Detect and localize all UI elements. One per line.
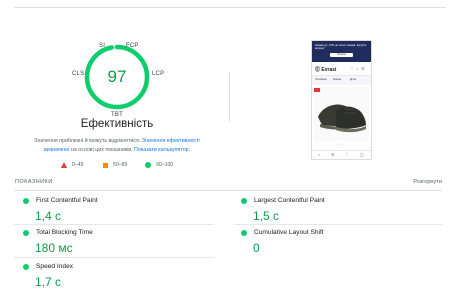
score-note-middle: на основі цих показників.: [69, 146, 135, 153]
gauge-label-lcp: LCP: [152, 71, 165, 77]
legend-good: 90–100: [145, 162, 173, 168]
row-divider: [14, 224, 214, 225]
row-divider: [14, 257, 214, 258]
screenshot-banner-button: Перейти: [330, 53, 353, 57]
score-note: Значення приблизні й можуть відрізнятися…: [22, 137, 212, 154]
metric-si: Speed Index 1,7 с: [23, 262, 213, 294]
section-divider: [229, 72, 230, 122]
metric-name: Cumulative Layout Shift: [254, 229, 324, 236]
screenshot-tab: Жінкам: [333, 78, 342, 81]
good-status-icon: [241, 198, 247, 204]
row-divider: [234, 224, 442, 225]
screenshot-tab: Дітям: [350, 78, 357, 81]
screenshot-bottom-nav: ⌂ ☰ ♡ ◯: [312, 150, 371, 159]
metric-value: 0: [253, 241, 260, 255]
expand-toggle[interactable]: Розгорнути: [413, 179, 442, 185]
screenshot-logo: Ⓔ Evrasi: [315, 67, 337, 73]
triangle-icon: [61, 162, 67, 168]
metric-tbt: Total Blocking Time 180 мс: [23, 228, 213, 264]
screenshot-banner: Знижки до -70% на тисячі товарів. Купуйт…: [312, 41, 371, 62]
shoe-image: [318, 104, 366, 133]
metric-lcp: Largest Contentful Paint 1,5 с: [241, 196, 431, 232]
metrics-header: ПОКАЗНИКИ Розгорнути: [14, 179, 442, 189]
screenshot-tabs: Чоловікам Жінкам Дітям: [312, 76, 371, 85]
gauge-label-si: SI: [99, 43, 106, 49]
screenshot-header-icons: ♡ ⌂ ☰: [350, 67, 366, 71]
performance-score: 97: [107, 67, 127, 86]
metric-name: First Contentful Paint: [36, 197, 98, 204]
metric-value: 180 мс: [35, 241, 73, 255]
metric-cls: Cumulative Layout Shift 0: [241, 228, 431, 264]
product-image: [314, 87, 369, 141]
good-status-icon: [241, 230, 247, 236]
metrics-title: ПОКАЗНИКИ: [15, 179, 53, 185]
circle-icon: [145, 162, 151, 168]
screenshot-tab: Чоловікам: [315, 78, 327, 81]
sale-tag: [314, 88, 320, 92]
good-status-icon: [23, 230, 29, 236]
metric-name: Largest Contentful Paint: [254, 197, 325, 204]
legend-average-label: 50–89: [113, 162, 128, 168]
carousel-dots: • •: [338, 142, 344, 146]
performance-gauge: SI FCP LCP CLS TBT 97 Ефективність Значе…: [0, 0, 240, 180]
square-icon: [103, 162, 108, 168]
gauge-label-cls: CLS: [72, 71, 85, 77]
performance-title: Ефективність: [80, 118, 154, 130]
legend-good-label: 90–100: [156, 162, 174, 168]
metrics-divider: [14, 190, 442, 191]
metric-name: Total Blocking Time: [36, 229, 93, 236]
good-status-icon: [23, 264, 29, 270]
legend-average: 50–89: [103, 162, 127, 168]
page-screenshot[interactable]: Знижки до -70% на тисячі товарів. Купуйт…: [311, 40, 372, 160]
metric-value: 1,7 с: [35, 275, 62, 289]
metric-name: Speed Index: [36, 263, 74, 270]
calculator-link[interactable]: Показати калькулятор.: [134, 147, 190, 153]
score-note-text: Значення приблизні й можуть відрізнятися…: [34, 138, 142, 144]
metric-value: 1,4 с: [35, 209, 62, 223]
score-legend: 0–49 50–89 90–100: [58, 162, 188, 172]
gauge-label-fcp: FCP: [126, 43, 139, 49]
screenshot-header: Ⓔ Evrasi ♡ ⌂ ☰: [312, 62, 371, 76]
metric-value: 1,5 с: [253, 209, 280, 223]
legend-poor: 0–49: [61, 162, 84, 168]
metric-fcp: First Contentful Paint 1,4 с: [23, 196, 213, 232]
legend-poor-label: 0–49: [72, 162, 84, 168]
screenshot-banner-text: Знижки до -70% на тисячі товарів. Купуйт…: [315, 44, 367, 51]
good-status-icon: [23, 198, 29, 204]
